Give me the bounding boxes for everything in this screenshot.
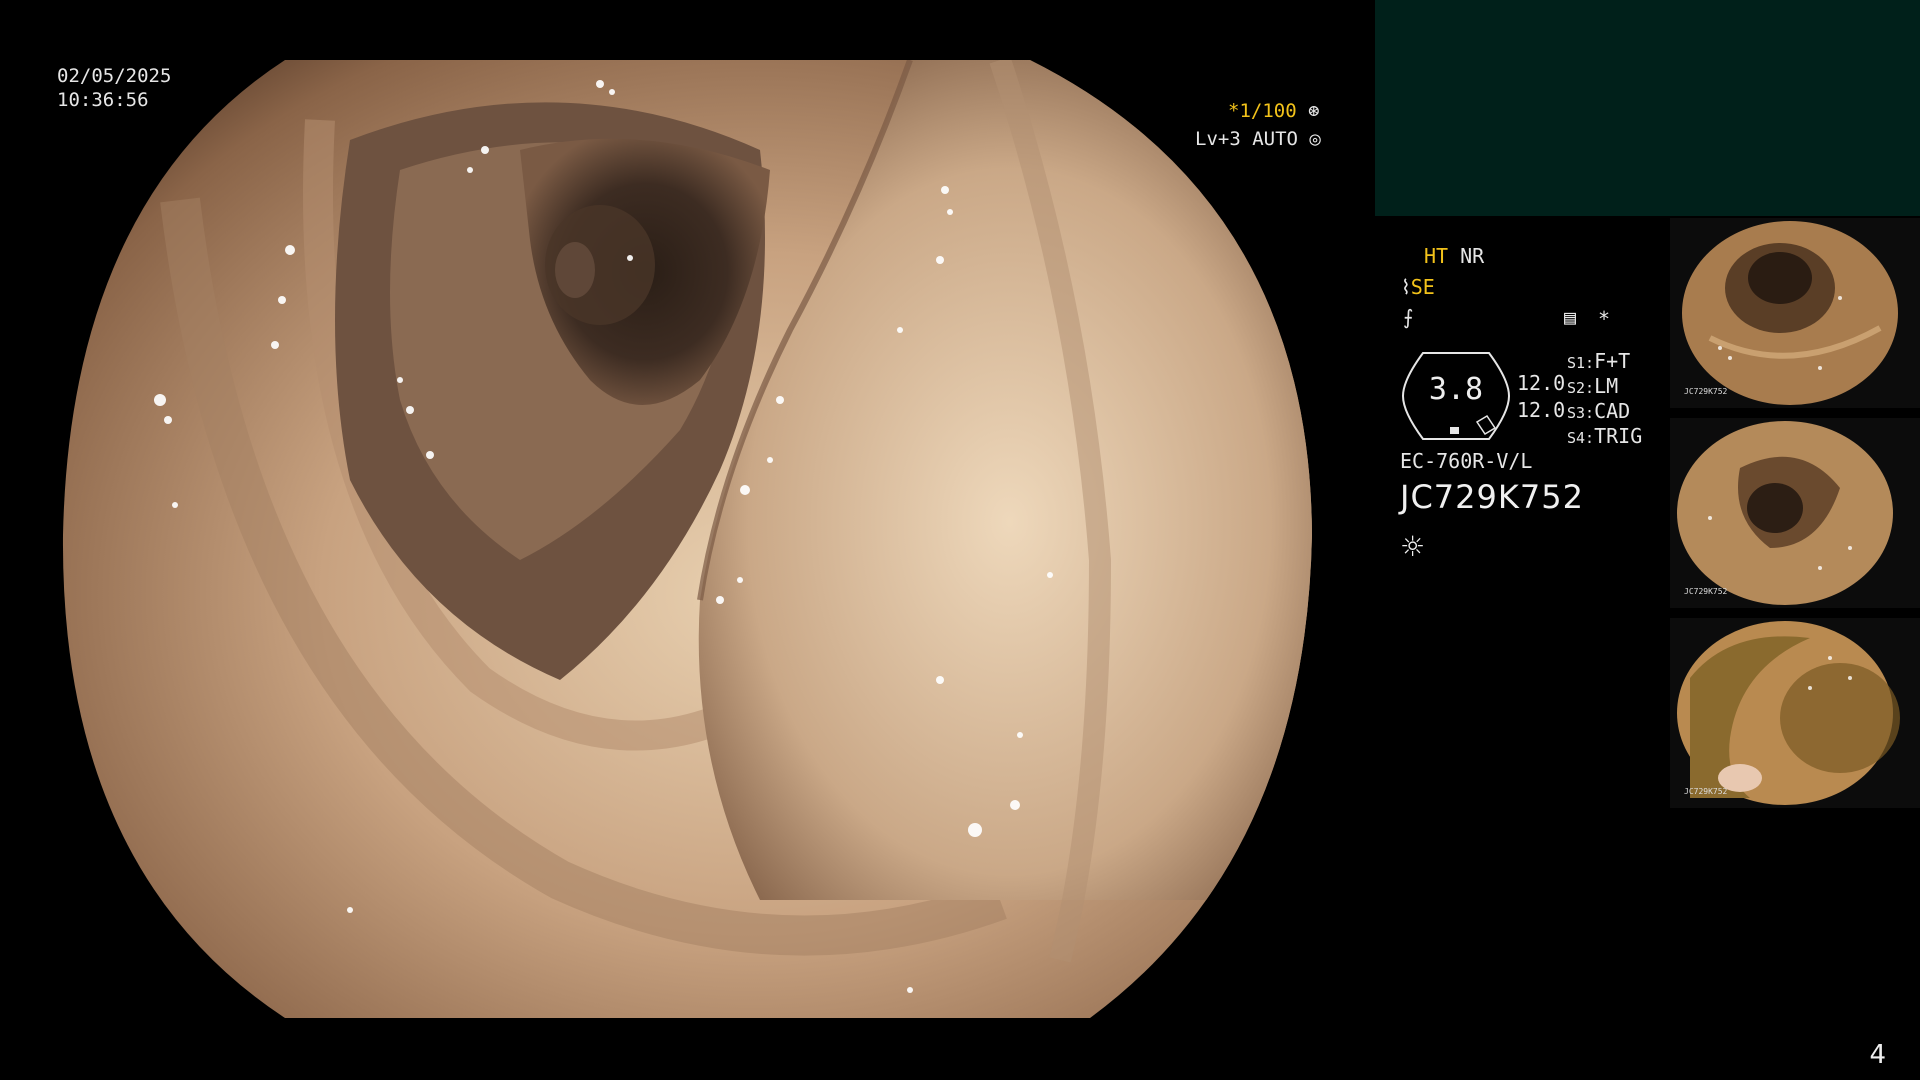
thumbnail-label: JC729K752 (1684, 587, 1728, 596)
processing-status: HT NR (1424, 245, 1484, 267)
zoom-value: 3.8 (1428, 372, 1484, 407)
se-indicator: SE (1410, 275, 1435, 299)
capture-thumbnail-2[interactable]: JC729K752 (1670, 418, 1920, 608)
switch-item-s2: S2:LM (1567, 374, 1619, 398)
scope-serial: JC729K752 (1400, 478, 1584, 516)
f-mode-icon: ⨍ (1403, 305, 1414, 329)
star-indicator: * (1598, 307, 1611, 331)
ht-indicator: HT (1424, 244, 1449, 268)
se-enhance-icon: ⌇ (1401, 275, 1411, 299)
se-status: ⌇SE (1401, 276, 1435, 298)
scope-model: EC-760R-V/L (1400, 449, 1533, 473)
shutter-value: *1/100 (1228, 100, 1297, 122)
switch-list: S1:F+T S2:LM S3:CAD S4:TRIG (1567, 350, 1642, 450)
level-value: Lv+3 AUTO (1195, 128, 1298, 150)
zoom-line-2: 12.0 (1517, 398, 1566, 422)
info-panel-header (1375, 0, 1920, 216)
nr-indicator: NR (1460, 244, 1485, 268)
zoom-marker-icon (1450, 427, 1459, 434)
time-display: 10:36:56 (57, 89, 149, 111)
thumbnail-label: JC729K752 (1684, 787, 1728, 796)
page-number: 4 (1869, 1040, 1886, 1070)
sun-icon: ☼ (1400, 530, 1426, 563)
switch-item-s4: S4:TRIG (1567, 424, 1643, 448)
thumbnail-label: JC729K752 (1684, 387, 1728, 396)
memo-icon: ▤ (1564, 305, 1577, 329)
date-display: 02/05/2025 (57, 65, 172, 87)
zoom-lever-icon (1475, 414, 1497, 436)
switch-item-s3: S3:CAD (1567, 399, 1631, 423)
shutter-readout: *1/100 ⊛ (1228, 100, 1320, 122)
colon-lumen-image (62, 60, 1312, 1018)
endoscope-live-view (0, 0, 1372, 1080)
level-readout: Lv+3 AUTO ◎ (1195, 128, 1321, 150)
capture-thumbnail-3[interactable]: JC729K752 (1670, 618, 1920, 808)
switch-item-s1: S1:F+T (1567, 349, 1631, 373)
capture-thumbnail-1[interactable]: JC729K752 (1670, 218, 1920, 408)
zoom-line-1: 12.0 (1517, 371, 1566, 395)
target-icon: ◎ (1309, 128, 1321, 150)
aperture-icon: ⊛ (1308, 100, 1320, 122)
